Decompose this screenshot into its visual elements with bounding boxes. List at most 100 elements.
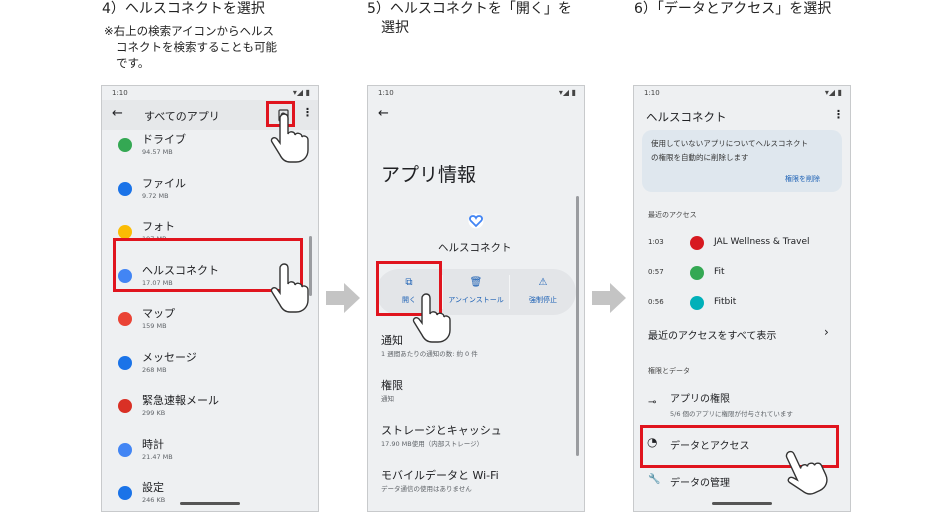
info-row[interactable]: 通知 1 週間あたりの通知の数: 約 0 件 [368, 332, 568, 370]
trash-icon: 🗑 [469, 277, 483, 288]
info-sub: 17.90 MB使用（内部ストレージ） [381, 440, 484, 448]
app-permissions-sub: 5/6 個のアプリに権限が付与されています [670, 410, 793, 418]
step6-caption: 6）「データとアクセス」を選択 [634, 1, 832, 17]
drive-icon [118, 138, 132, 152]
list-item[interactable]: ファイル 9.72 MB [102, 172, 302, 212]
overflow-menu-icon[interactable]: ⋮ [833, 108, 844, 121]
pointing-hand-icon [785, 450, 828, 495]
info-title: 権限 [381, 379, 403, 392]
next-arrow-icon [326, 283, 360, 313]
status-icons: ▾◢ ▮ [292, 88, 310, 97]
app-name: ヘルスコネクト [438, 242, 512, 254]
recent-access-header: 最近のアクセス [648, 211, 697, 219]
app-size: 21.47 MB [142, 452, 173, 461]
action-button-2[interactable]: ⚠ 強制停止 [511, 273, 575, 313]
step4-note-line1: ※右上の検索アイコンからヘルス [104, 24, 275, 38]
page-title: アプリ情報 [381, 164, 477, 186]
messages-icon [118, 355, 132, 370]
scrollbar[interactable] [576, 196, 579, 456]
wrench-icon: 🔧 [648, 474, 661, 485]
access-time: 1:03 [648, 238, 664, 246]
info-sub: 通知 [381, 395, 394, 403]
status-time: 1:10 [112, 89, 128, 97]
app-size: 246 KB [142, 496, 166, 504]
status-bar: 1:10 ▾◢ ▮ [634, 86, 850, 100]
status-icons: ▾◢ ▮ [824, 88, 842, 97]
back-arrow-icon[interactable]: ← [378, 106, 389, 121]
app-size: 9.72 MB [142, 191, 169, 200]
photos-icon [118, 225, 132, 239]
access-time: 0:56 [648, 298, 664, 306]
access-app-name: Fitbit [714, 297, 737, 307]
list-item[interactable]: 緊急速報メール 299 KB [102, 389, 302, 429]
list-item[interactable]: メッセージ 268 MB [102, 346, 302, 386]
status-time: 1:10 [378, 89, 394, 97]
chevron-right-icon: › [824, 325, 829, 339]
access-app-name: JAL Wellness & Travel [714, 237, 810, 247]
info-title: ストレージとキャッシュ [381, 424, 502, 437]
nav-handle[interactable] [180, 502, 240, 505]
link-icon: ⊸ [648, 397, 657, 408]
fit-icon [690, 266, 704, 280]
app-name: マップ [142, 307, 175, 320]
phone-health-connect: 1:10 ▾◢ ▮ ヘルスコネクト ⋮ 使用していないアプリについてヘルスコネク… [633, 85, 851, 512]
info-title: 通知 [381, 334, 403, 347]
step5-caption-line2: 選択 [381, 20, 409, 36]
fitbit-icon [690, 296, 704, 310]
app-name: ファイル [142, 176, 186, 190]
app-name: メッセージ [142, 350, 197, 364]
access-time: 0:57 [648, 268, 664, 276]
info-row[interactable]: ストレージとキャッシュ 17.90 MB使用（内部ストレージ） [368, 422, 568, 460]
recent-access-item[interactable]: 0:56 Fitbit [634, 292, 850, 316]
status-time: 1:10 [644, 89, 660, 97]
maps-icon [118, 312, 132, 326]
pointing-hand-icon [270, 113, 309, 163]
status-icons: ▾◢ ▮ [558, 88, 576, 97]
page-title: ヘルスコネクト [646, 110, 727, 124]
pointing-hand-icon [412, 293, 451, 343]
pointing-hand-icon [270, 263, 309, 313]
info-title: モバイルデータと Wi-Fi [381, 469, 499, 482]
jal-icon [690, 236, 704, 250]
list-item[interactable]: 時計 21.47 MB [102, 433, 302, 473]
step4-note-line2: コネクトを検索することも可能 [116, 40, 277, 54]
step5-caption-line1: 5）ヘルスコネクトを「開く」を [367, 1, 572, 17]
app-name: フォト [142, 220, 175, 233]
clock-icon [118, 442, 132, 457]
app-size: 268 MB [142, 365, 167, 374]
back-arrow-icon[interactable]: ← [112, 106, 123, 121]
card-text-line2: の権限を自動的に削除します [651, 153, 749, 162]
settings-icon [118, 486, 132, 500]
recent-access-item[interactable]: 0:57 Fit [634, 262, 850, 286]
status-bar: 1:10 ▾◢ ▮ [102, 86, 318, 100]
step4-note-line3: です。 [116, 56, 150, 70]
step4-caption: 4）ヘルスコネクトを選択 [102, 1, 265, 17]
next-arrow-icon [592, 283, 626, 313]
app-size: 159 MB [142, 322, 167, 330]
warning-icon: ⚠ [538, 277, 548, 288]
see-all-recent-label: 最近のアクセスをすべて表示 [648, 331, 777, 342]
status-bar: 1:10 ▾◢ ▮ [368, 86, 584, 100]
info-row[interactable]: モバイルデータと Wi-Fi データ通信の使用はありません [368, 467, 568, 505]
app-name: ドライブ [142, 133, 186, 146]
list-item[interactable]: 設定 246 KB [102, 476, 302, 511]
manage-data-label: データの管理 [670, 478, 730, 489]
info-row[interactable]: 権限 通知 [368, 377, 568, 415]
see-all-recent-row[interactable]: 最近のアクセスをすべて表示 › [634, 322, 850, 346]
app-name: 時計 [142, 437, 164, 451]
access-app-name: Fit [714, 267, 725, 277]
app-size: 94.57 MB [142, 148, 173, 156]
action-label: 強制停止 [529, 296, 557, 304]
info-sub: 1 週間あたりの通知の数: 約 0 件 [381, 350, 478, 358]
app-permissions-row[interactable]: ⊸ アプリの権限 5/6 個のアプリに権限が付与されています [634, 388, 850, 422]
phone-app-info: 1:10 ▾◢ ▮ ← アプリ情報 ヘルスコネクト ⧉ 開く 🗑 アンインストール ⚠ 強… [367, 85, 585, 512]
remove-permissions-link[interactable]: 権限を削除 [785, 174, 820, 184]
permissions-data-header: 権限とデータ [648, 367, 690, 375]
health-connect-icon [468, 213, 484, 229]
alert-icon [118, 399, 132, 413]
app-name: 緊急速報メール [142, 394, 219, 407]
nav-handle[interactable] [712, 502, 772, 505]
files-icon [118, 181, 132, 196]
app-permissions-title: アプリの権限 [670, 394, 730, 405]
recent-access-item[interactable]: 1:03 JAL Wellness & Travel [634, 232, 850, 256]
